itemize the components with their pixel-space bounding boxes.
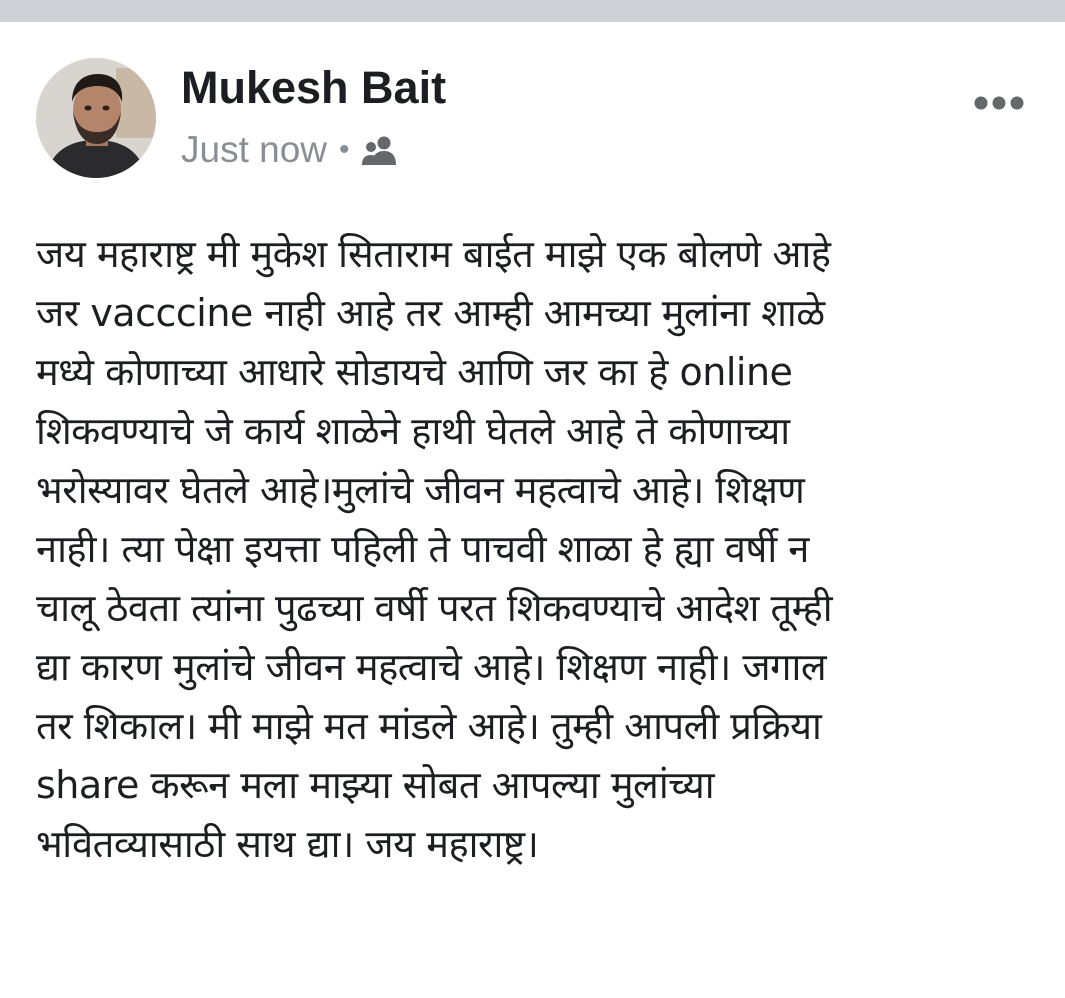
post-meta: Just now •: [181, 126, 400, 174]
friends-icon[interactable]: [360, 134, 400, 166]
profile-photo: [36, 58, 156, 178]
separator-dot: •: [339, 133, 350, 166]
post-body-text: जय महाराष्ट्र मी मुकेश सिताराम बाईत माझे…: [36, 232, 833, 866]
timestamp[interactable]: Just now: [181, 129, 327, 171]
top-divider-bar: [0, 0, 1065, 22]
more-options-button[interactable]: [970, 90, 1028, 116]
avatar[interactable]: [36, 58, 156, 178]
facebook-post: Mukesh Bait Just now • जय महाराष्ट्र मी …: [0, 22, 1065, 998]
more-options-icon: [974, 96, 1024, 110]
author-name[interactable]: Mukesh Bait: [181, 62, 446, 114]
